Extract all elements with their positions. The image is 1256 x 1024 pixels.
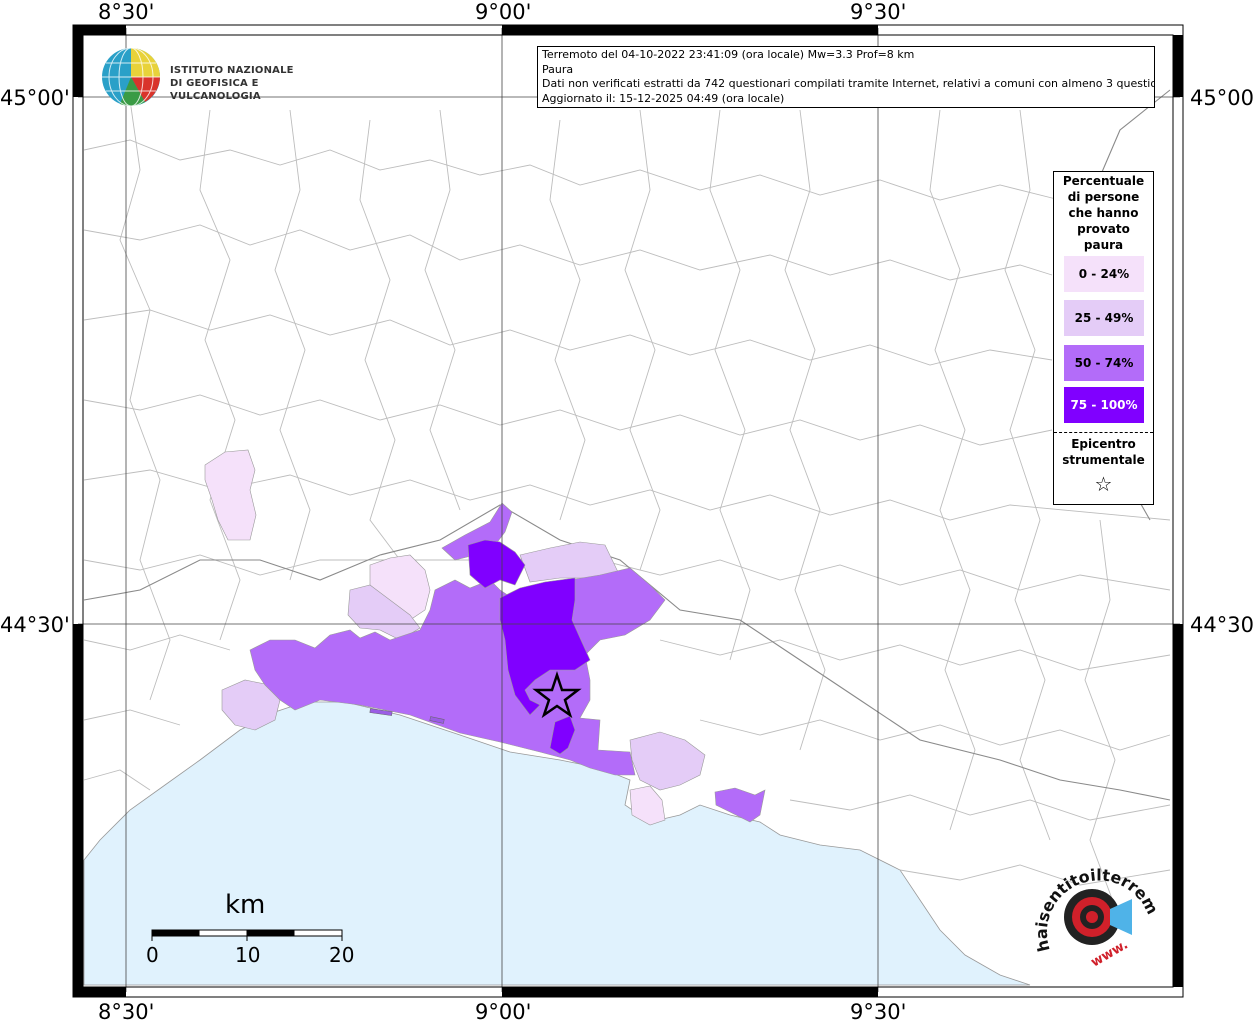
globe-icon <box>102 47 160 107</box>
lon-label-bottom-2: 9°00' <box>475 1000 532 1024</box>
legend-label: 50 - 74% <box>1074 356 1134 370</box>
legend-star-icon: ☆ <box>1094 472 1113 496</box>
legend-title-line: provato <box>1077 222 1130 236</box>
legend-title-line: che hanno <box>1068 206 1139 220</box>
legend-title: Percentuale di persone che hanno provato… <box>1054 173 1153 253</box>
legend-label: 25 - 49% <box>1074 311 1134 325</box>
scale-title: km <box>225 890 266 920</box>
legend: Percentuale di persone che hanno provato… <box>1053 171 1154 505</box>
legend-swatch-25-49: 25 - 49% <box>1064 300 1144 336</box>
legend-epicenter-line: strumentale <box>1062 453 1145 467</box>
municipality-0-24-a <box>204 449 257 541</box>
legend-title-line: di persone <box>1067 190 1140 204</box>
legend-title-line: paura <box>1083 238 1124 252</box>
data-note: Dati non verificati estratti da 742 ques… <box>542 77 1155 90</box>
ingv-line1: ISTITUTO NAZIONALE <box>170 65 294 76</box>
map-variable: Paura <box>542 62 574 76</box>
municipality-25-49-e <box>629 731 706 791</box>
legend-epicenter-label: Epicentro strumentale <box>1054 436 1153 468</box>
lon-label-top-2: 9°00' <box>475 0 532 24</box>
legend-swatch-50-74: 50 - 74% <box>1064 345 1144 381</box>
legend-title-line: Percentuale <box>1062 174 1145 188</box>
lon-label-top-3: 9°30' <box>850 0 907 24</box>
legend-label: 0 - 24% <box>1078 267 1130 281</box>
lon-label-bottom-3: 9°30' <box>850 1000 907 1024</box>
scale-ruler <box>151 929 343 941</box>
lon-label-bottom-1: 8°30' <box>98 1000 155 1024</box>
legend-epicenter-line: Epicentro <box>1071 437 1136 451</box>
haisentito-logo: haisentitoilterremoto.it www. <box>1025 840 1170 975</box>
lat-label-left-2: 44°30' <box>0 613 70 637</box>
legend-label: 75 - 100% <box>1070 398 1138 412</box>
update-time: Aggiornato il: 15-12-2025 04:49 (ora loc… <box>542 91 785 105</box>
lat-label-left-1: 45°00' <box>0 86 70 110</box>
lat-label-right-1: 45°00' <box>1190 86 1256 110</box>
scale-tick-0: 0 <box>146 943 159 967</box>
legend-separator <box>1054 432 1153 433</box>
lon-label-top-1: 8°30' <box>98 0 155 24</box>
legend-swatch-75-100: 75 - 100% <box>1064 387 1144 423</box>
scale-bar: km 0 10 20 <box>140 890 380 970</box>
lat-label-right-2: 44°30' <box>1190 613 1256 637</box>
event-info-box: Terremoto del 04-10-2022 23:41:09 (ora l… <box>537 46 1155 108</box>
legend-swatch-0-24: 0 - 24% <box>1064 256 1144 292</box>
event-title: Terremoto del 04-10-2022 23:41:09 (ora l… <box>542 48 915 61</box>
scale-tick-20: 20 <box>329 943 355 967</box>
haisentito-logo-graphic: haisentitoilterremoto.it www. <box>1025 840 1163 970</box>
municipality-75-100-a <box>467 539 526 589</box>
scale-tick-10: 10 <box>235 943 261 967</box>
ingv-line2: DI GEOFISICA E VULCANOLOGIA <box>170 78 261 102</box>
ingv-logo: ISTITUTO NAZIONALE DI GEOFISICA E VULCAN… <box>100 46 330 110</box>
